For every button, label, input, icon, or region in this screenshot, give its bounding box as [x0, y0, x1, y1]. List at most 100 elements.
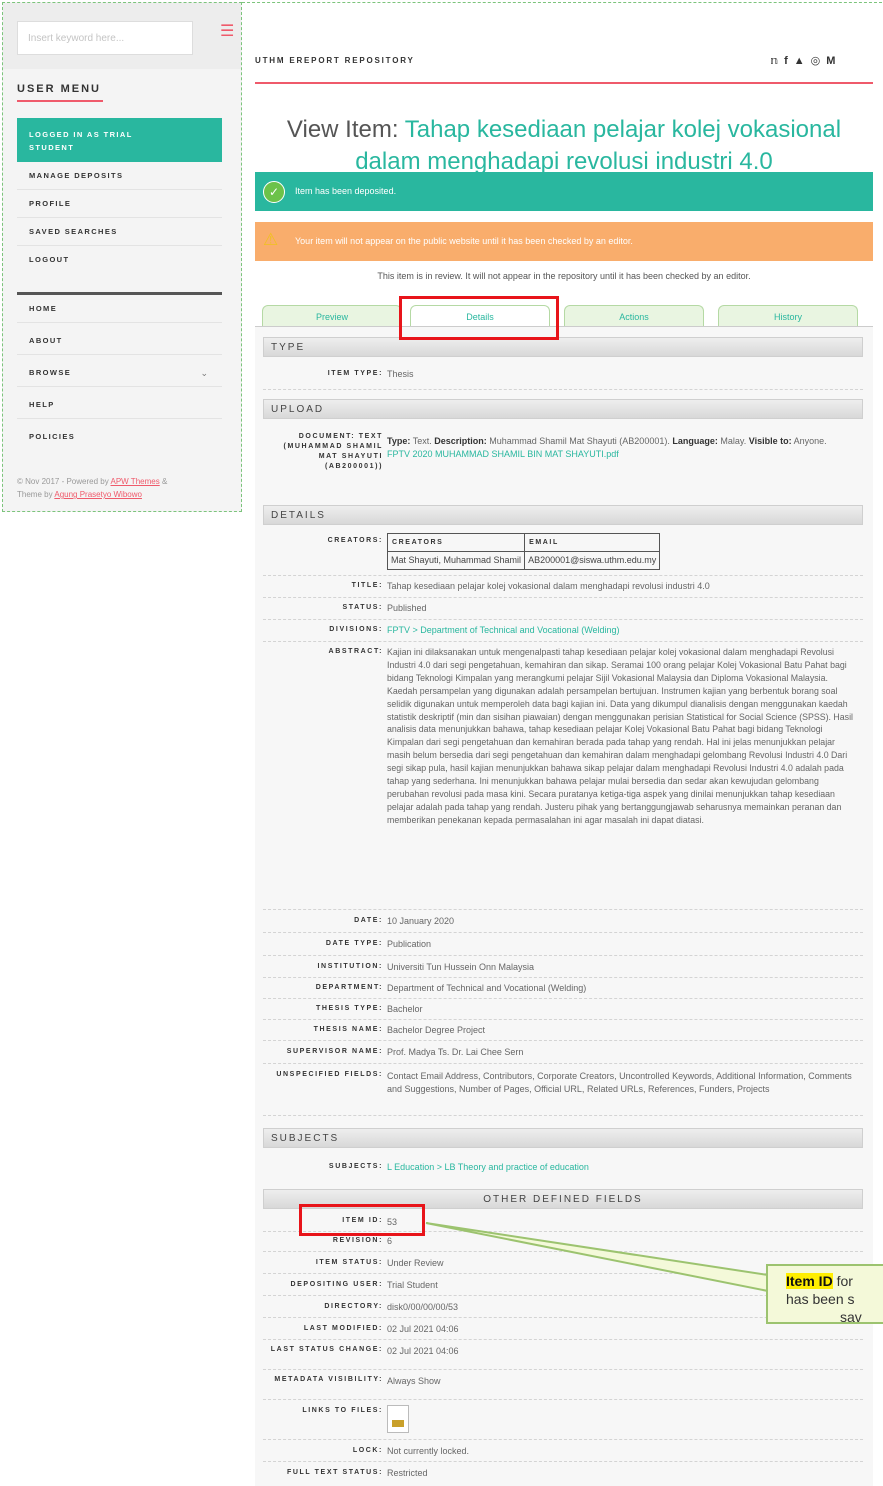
item-type-value: Thesis — [387, 369, 414, 379]
row-creators: CREATORS: CREATORS EMAIL Mat Shayuti, Mu… — [263, 530, 863, 576]
unspecified-value: Contact Email Address, Contributors, Cor… — [387, 1071, 852, 1094]
tab-preview[interactable]: Preview — [262, 305, 402, 327]
subjects-label: SUBJECTS: — [328, 1163, 383, 1170]
check-circle-icon: ✓ — [263, 181, 285, 203]
row-thesis-name: THESIS NAME: Bachelor Degree Project — [263, 1020, 863, 1041]
supervisor-label: SUPERVISOR NAME: — [286, 1048, 383, 1055]
tab-actions[interactable]: Actions — [564, 305, 704, 327]
links-label: LINKS TO FILES: — [302, 1407, 383, 1414]
status-label: STATUS: — [342, 604, 383, 611]
row-full-text-status: FULL TEXT STATUS: Restricted — [263, 1462, 863, 1484]
title-prefix: View Item: — [286, 116, 399, 144]
user-menu-heading: USER MENU — [17, 83, 102, 95]
callout-pointer — [425, 1222, 769, 1293]
chevron-down-icon: ⌄ — [200, 368, 208, 378]
row-department: DEPARTMENT: Department of Technical and … — [263, 978, 863, 999]
search-input[interactable] — [17, 21, 193, 55]
divisions-link[interactable]: FPTV > Department of Technical and Vocat… — [387, 624, 859, 637]
sidebar-item-saved-searches[interactable]: SAVED SEARCHES — [17, 218, 222, 246]
warning-triangle-icon: ⚠ — [263, 230, 279, 249]
instagram-icon[interactable]: ◎ — [811, 55, 827, 67]
divisions-label: DIVISIONS: — [329, 626, 383, 633]
row-status: STATUS: Published — [263, 598, 863, 620]
date-type-label: DATE TYPE: — [325, 940, 383, 947]
facebook-icon[interactable]: f — [784, 55, 794, 67]
department-label: DEPARTMENT: — [315, 984, 383, 991]
row-metadata-visibility: METADATA VISIBILITY: Always Show — [263, 1370, 863, 1400]
title-value: Tahap kesediaan pelajar kolej vokasional… — [387, 581, 710, 591]
institution-label: INSTITUTION: — [317, 963, 383, 970]
desc-val: Muhammad Shamil Mat Shayuti (AB200001). — [489, 436, 670, 446]
revision-label: REVISION: — [332, 1237, 383, 1244]
sidebar-item-manage-deposits[interactable]: MANAGE DEPOSITS — [17, 162, 222, 190]
depositing-user-label: DEPOSITING USER: — [290, 1281, 383, 1288]
row-date: DATE: 10 January 2020 — [263, 910, 863, 933]
document-value: Type: Text. Description: Muhammad Shamil… — [387, 435, 859, 461]
sidebar-item-logout[interactable]: LOGOUT — [17, 246, 222, 274]
sidebar-item-help[interactable]: HELP — [17, 391, 222, 419]
thesis-type-value: Bachelor — [387, 1004, 423, 1014]
search-area — [3, 3, 241, 69]
warning-message: ⚠ Your item will not appear on the publi… — [255, 222, 873, 261]
row-unspecified: UNSPECIFIED FIELDS: Contact Email Addres… — [263, 1064, 863, 1116]
metadata-vis-label: METADATA VISIBILITY: — [274, 1376, 383, 1383]
thesis-name-value: Bachelor Degree Project — [387, 1025, 486, 1035]
last-modified-value: 02 Jul 2021 04:06 — [387, 1324, 459, 1334]
abstract-label: ABSTRACT: — [328, 648, 383, 655]
status-value: Published — [387, 603, 427, 613]
type-key: Type: — [387, 436, 411, 446]
sidebar-item-profile[interactable]: PROFILE — [17, 190, 222, 218]
unspecified-label: UNSPECIFIED FIELDS: — [276, 1071, 383, 1078]
hamburger-menu-icon[interactable]: ☰ — [220, 24, 234, 40]
sidebar-item-home[interactable]: HOME — [17, 295, 222, 323]
vis-key: Visible to: — [748, 436, 792, 446]
row-subjects: SUBJECTS: L Education > LB Theory and pr… — [263, 1155, 863, 1181]
section-type: TYPE — [263, 337, 863, 357]
site-name[interactable]: UTHM EREPORT REPOSITORY — [255, 56, 415, 65]
thesis-type-label: THESIS TYPE: — [315, 1005, 383, 1012]
email-col-header: EMAIL — [524, 533, 661, 552]
date-value: 10 January 2020 — [387, 916, 455, 926]
creator-email: AB200001@siswa.uthm.edu.my — [524, 551, 661, 570]
item-status-label: ITEM STATUS: — [315, 1259, 383, 1266]
creators-value: CREATORS EMAIL Mat Shayuti, Muhammad Sha… — [386, 533, 859, 570]
item-type-label: ITEM TYPE: — [327, 370, 383, 377]
callout-line2: has been s — [786, 1291, 855, 1307]
row-divisions: DIVISIONS: FPTV > Department of Technica… — [263, 620, 863, 642]
snapchat-icon[interactable]: ▲ — [794, 55, 811, 67]
social-links: 𝕟f▲◎M — [770, 54, 841, 67]
sidebar-item-browse[interactable]: BROWSE ⌄ — [17, 359, 222, 387]
footer-link-author[interactable]: Agung Prasetyo Wibowo — [54, 490, 142, 499]
tab-history[interactable]: History — [718, 305, 858, 327]
pdf-file-link[interactable]: FPTV 2020 MUHAMMAD SHAMIL BIN MAT SHAYUT… — [387, 449, 619, 459]
footer-theme-by: Theme by — [17, 490, 53, 499]
row-links-to-files: LINKS TO FILES: — [263, 1400, 863, 1440]
twitter-icon[interactable]: 𝕟 — [770, 55, 784, 67]
item-title: Tahap kesediaan pelajar kolej vokasional… — [355, 116, 842, 176]
type-val: Text. — [412, 436, 432, 446]
heading-underline — [17, 100, 103, 102]
page-title: View Item: Tahap kesediaan pelajar kolej… — [255, 114, 873, 178]
desc-key: Description: — [434, 436, 487, 446]
supervisor-value: Prof. Madya Ts. Dr. Lai Chee Sern — [387, 1047, 524, 1057]
lang-key: Language: — [672, 436, 718, 446]
vis-val: Anyone. — [793, 436, 827, 446]
fulltext-label: FULL TEXT STATUS: — [286, 1469, 383, 1476]
review-note: This item is in review. It will not appe… — [377, 271, 751, 281]
logged-in-line1: LOGGED IN AS TRIAL — [29, 130, 133, 139]
medium-icon[interactable]: M — [826, 55, 841, 67]
row-thesis-type: THESIS TYPE: Bachelor — [263, 999, 863, 1020]
subjects-link[interactable]: L Education > LB Theory and practice of … — [387, 1161, 859, 1174]
callout-pointer-shape — [425, 1222, 769, 1293]
footer-amp: & — [161, 477, 168, 486]
document-file-icon[interactable] — [387, 1405, 409, 1433]
sidebar: USER MENU LOGGED IN AS TRIAL STUDENT MAN… — [2, 2, 242, 512]
footer-prefix: © Nov 2017 - Powered by — [17, 477, 109, 486]
frame-border — [242, 2, 882, 3]
logged-in-banner: LOGGED IN AS TRIAL STUDENT — [17, 118, 222, 162]
row-institution: INSTITUTION: Universiti Tun Hussein Onn … — [263, 956, 863, 978]
footer-link-apw-themes[interactable]: APW Themes — [111, 477, 160, 486]
sidebar-item-about[interactable]: ABOUT — [17, 327, 222, 355]
annotation-callout: Item ID for has been s sav — [766, 1264, 883, 1324]
sidebar-item-policies[interactable]: POLICIES — [17, 423, 222, 451]
